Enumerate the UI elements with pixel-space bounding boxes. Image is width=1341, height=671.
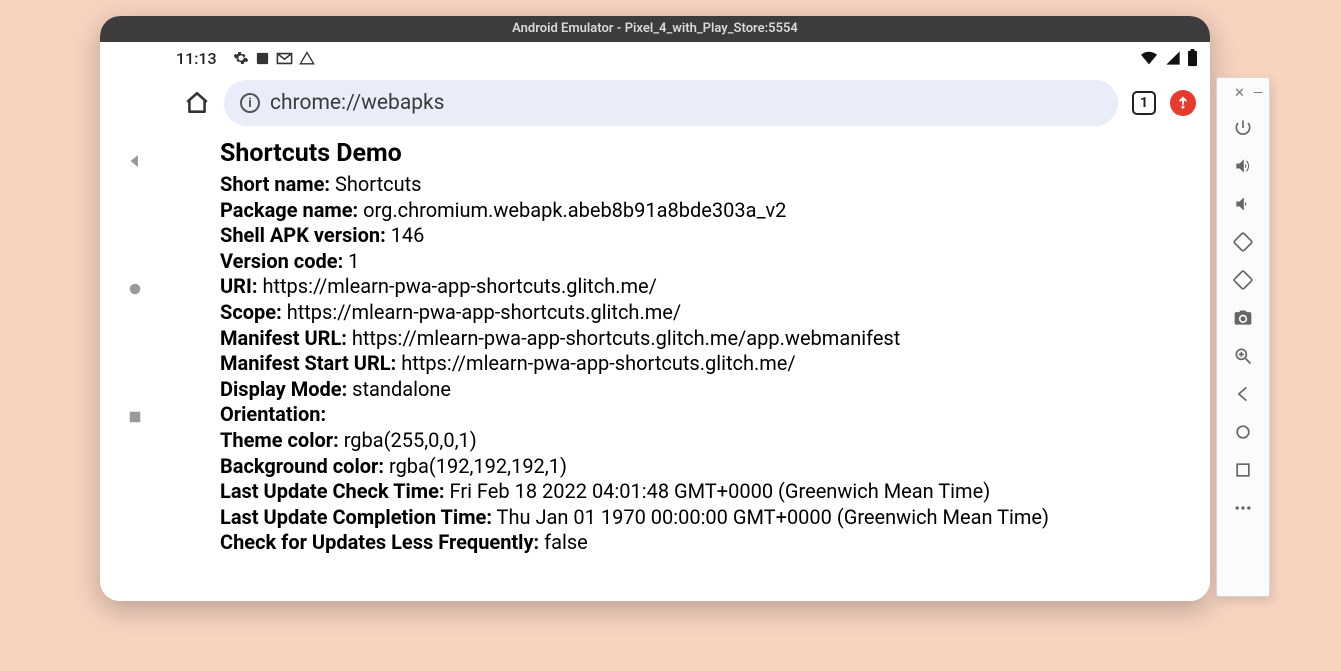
back-button[interactable]	[126, 152, 144, 170]
kv-value: 1	[348, 249, 359, 273]
kv-row: Version code: 1	[220, 249, 1202, 275]
status-time: 11:13	[176, 49, 217, 68]
kv-row: Shell APK version: 146	[220, 223, 1202, 249]
kv-row: URI: https://mlearn-pwa-app-shortcuts.gl…	[220, 274, 1202, 300]
kv-value: https://mlearn-pwa-app-shortcuts.glitch.…	[401, 351, 795, 375]
rotate-left-button[interactable]	[1224, 223, 1262, 261]
kv-label: Shell APK version:	[220, 223, 386, 247]
emulator-toolbar: ✕ —	[1216, 77, 1270, 597]
kv-value: https://mlearn-pwa-app-shortcuts.glitch.…	[287, 300, 681, 324]
url-text: chrome://webapks	[270, 91, 445, 115]
emulator-window: Android Emulator - Pixel_4_with_Play_Sto…	[100, 16, 1210, 601]
kv-row: Package name: org.chromium.webapk.abeb8b…	[220, 198, 1202, 224]
kv-value: org.chromium.webapk.abeb8b91a8bde303a_v2	[363, 198, 786, 222]
chrome-home-icon[interactable]	[184, 90, 210, 116]
drive-icon	[299, 51, 315, 66]
toolbar-close-icon[interactable]: ✕	[1234, 86, 1245, 101]
kv-row: Last Update Completion Time: Thu Jan 01 …	[220, 505, 1202, 531]
kv-label: Display Mode:	[220, 377, 347, 401]
page-content: Shortcuts Demo Short name: ShortcutsPack…	[170, 132, 1210, 601]
more-button[interactable]	[1224, 489, 1262, 527]
kv-value: rgba(255,0,0,1)	[344, 428, 477, 452]
gmail-icon	[276, 51, 293, 66]
kv-row: Theme color: rgba(255,0,0,1)	[220, 428, 1202, 454]
gear-icon	[233, 50, 249, 66]
chrome-menu-button[interactable]	[1170, 90, 1196, 116]
kv-row: Check for Updates Less Frequently: false	[220, 530, 1202, 556]
kv-label: Last Update Completion Time:	[220, 505, 492, 529]
toolbar-minimize-icon[interactable]: —	[1253, 86, 1263, 101]
url-bar[interactable]: i chrome://webapks	[224, 80, 1118, 126]
page-info-icon[interactable]: i	[240, 93, 260, 113]
battery-icon	[1187, 49, 1198, 67]
page-title: Shortcuts Demo	[220, 138, 1202, 170]
kv-value: https://mlearn-pwa-app-shortcuts.glitch.…	[352, 326, 900, 350]
kv-label: Theme color:	[220, 428, 339, 452]
volume-down-button[interactable]	[1224, 185, 1262, 223]
status-bar: 11:13	[170, 42, 1210, 74]
volume-up-button[interactable]	[1224, 147, 1262, 185]
toolbar-home-button[interactable]	[1224, 413, 1262, 451]
kv-row: Short name: Shortcuts	[220, 172, 1202, 198]
kv-value: Fri Feb 18 2022 04:01:48 GMT+0000 (Green…	[450, 479, 991, 503]
kv-row: Background color: rgba(192,192,192,1)	[220, 454, 1202, 480]
android-nav-rail	[100, 42, 170, 601]
overview-button[interactable]	[126, 408, 144, 426]
kv-row: Display Mode: standalone	[220, 377, 1202, 403]
kv-label: Last Update Check Time:	[220, 479, 445, 503]
kv-row: Last Update Check Time: Fri Feb 18 2022 …	[220, 479, 1202, 505]
rotate-right-button[interactable]	[1224, 261, 1262, 299]
kv-label: Version code:	[220, 249, 343, 273]
kv-value: Shortcuts	[335, 172, 421, 196]
kv-value: https://mlearn-pwa-app-shortcuts.glitch.…	[262, 274, 656, 298]
kv-label: Manifest URL:	[220, 326, 347, 350]
wifi-icon	[1139, 50, 1159, 66]
home-button[interactable]	[126, 280, 144, 298]
kv-label: Background color:	[220, 454, 384, 478]
device-screen: 11:13 i chrome://webapks 1	[170, 42, 1210, 601]
kv-row: Manifest URL: https://mlearn-pwa-app-sho…	[220, 326, 1202, 352]
kv-label: Short name:	[220, 172, 330, 196]
chrome-toolbar: i chrome://webapks 1	[170, 74, 1210, 132]
zoom-button[interactable]	[1224, 337, 1262, 375]
kv-label: Manifest Start URL:	[220, 351, 396, 375]
kv-label: Check for Updates Less Frequently:	[220, 530, 539, 554]
screenshot-button[interactable]	[1224, 299, 1262, 337]
toolbar-back-button[interactable]	[1224, 375, 1262, 413]
device-area: 11:13 i chrome://webapks 1	[100, 42, 1210, 601]
signal-icon	[1165, 50, 1181, 66]
kv-row: Manifest Start URL: https://mlearn-pwa-a…	[220, 351, 1202, 377]
kv-row: Scope: https://mlearn-pwa-app-shortcuts.…	[220, 300, 1202, 326]
kv-value: rgba(192,192,192,1)	[389, 454, 567, 478]
tab-switcher[interactable]: 1	[1132, 91, 1156, 115]
kv-value: false	[544, 530, 588, 554]
kv-label: Orientation:	[220, 402, 326, 426]
kv-label: Package name:	[220, 198, 358, 222]
kv-value: Thu Jan 01 1970 00:00:00 GMT+0000 (Green…	[497, 505, 1049, 529]
kv-value: standalone	[352, 377, 451, 401]
power-button[interactable]	[1224, 109, 1262, 147]
app-icon	[255, 51, 270, 66]
kv-value: 146	[391, 223, 425, 247]
kv-label: URI:	[220, 274, 257, 298]
window-titlebar: Android Emulator - Pixel_4_with_Play_Sto…	[100, 16, 1210, 42]
toolbar-overview-button[interactable]	[1224, 451, 1262, 489]
kv-label: Scope:	[220, 300, 282, 324]
kv-row: Orientation:	[220, 402, 1202, 428]
